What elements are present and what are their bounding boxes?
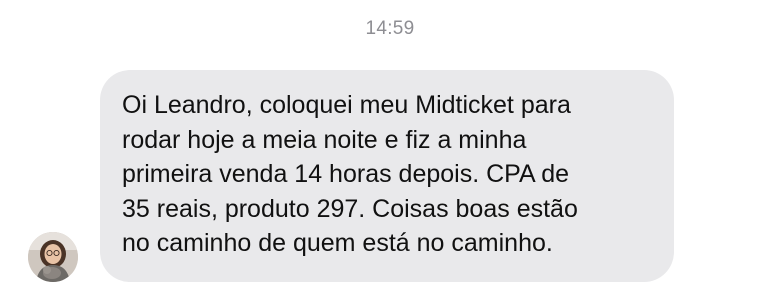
message-bubble[interactable]: Oi Leandro, coloquei meu Midticket para … — [100, 70, 674, 282]
sender-avatar[interactable] — [28, 232, 78, 282]
message-text: Oi Leandro, coloquei meu Midticket para … — [122, 91, 578, 257]
user-avatar-photo-icon — [28, 232, 78, 282]
message-timestamp: 14:59 — [365, 18, 415, 39]
incoming-message-row: Oi Leandro, coloquei meu Midticket para … — [26, 70, 686, 284]
